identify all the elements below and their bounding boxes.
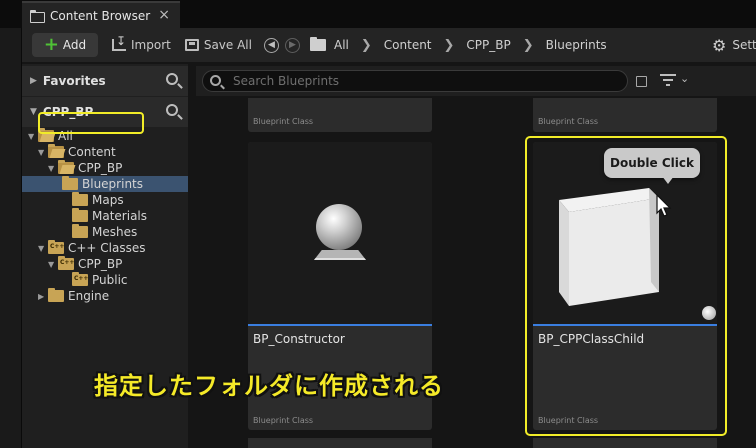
- chevron-right-icon: ▶: [30, 76, 37, 86]
- asset-tile[interactable]: Blueprint Class: [248, 98, 432, 132]
- gear-icon: ⚙: [712, 35, 727, 55]
- tree-item-maps[interactable]: Maps: [22, 192, 188, 208]
- folder-icon: [48, 288, 64, 302]
- save-all-label: Save All: [203, 38, 252, 52]
- asset-class-label: Blueprint Class: [253, 416, 314, 425]
- folder-open-icon: [58, 160, 74, 174]
- chevron-right-icon[interactable]: ❯: [523, 38, 534, 53]
- chevron-right-icon[interactable]: ❯: [361, 38, 372, 53]
- tree-item-materials[interactable]: Materials: [22, 208, 188, 224]
- cpp-folder-icon: [58, 256, 74, 270]
- folder-icon: [72, 224, 88, 238]
- tab-content-browser[interactable]: Content Browser ×: [22, 1, 180, 28]
- asset-tile[interactable]: [248, 438, 432, 448]
- tree-item-label: Blueprints: [82, 177, 144, 191]
- save-icon: [184, 39, 199, 51]
- search-input[interactable]: [202, 70, 628, 92]
- sphere-icon: [316, 204, 362, 250]
- favorites-header[interactable]: ▶ Favorites: [22, 66, 188, 96]
- highlight-frame-asset: [525, 136, 727, 436]
- tree-item-label: CPP_BP: [78, 161, 123, 175]
- tree-item-meshes[interactable]: Meshes: [22, 224, 188, 240]
- tree-item-label: Maps: [92, 193, 124, 207]
- tree-item-cpp-bp-module[interactable]: ▼ CPP_BP: [22, 256, 188, 272]
- chevron-down-icon: ⌄: [680, 72, 690, 85]
- folder-open-icon: [48, 144, 64, 158]
- content-browser-window: Content Browser × + Add Import Save All …: [0, 0, 756, 448]
- asset-tile[interactable]: Blueprint Class: [533, 98, 717, 132]
- search-icon[interactable]: [166, 104, 178, 116]
- caption-text: 指定したフォルダに作成される: [94, 372, 444, 400]
- folder-icon: [30, 10, 45, 23]
- asset-thumbnail: [248, 142, 432, 324]
- folder-icon: [72, 208, 88, 222]
- pedestal-icon: [314, 250, 366, 260]
- add-button-label: Add: [62, 38, 87, 52]
- search-bar: ⌄: [196, 66, 756, 96]
- mouse-cursor-icon: [656, 194, 672, 217]
- highlight-frame-blueprints: [38, 112, 144, 134]
- chevron-down-icon: ▼: [38, 147, 45, 157]
- tree-item-label: C++ Classes: [68, 241, 146, 255]
- tree-item-label: Meshes: [92, 225, 138, 239]
- breadcrumb-all[interactable]: All: [334, 38, 349, 52]
- breadcrumb-blueprints[interactable]: Blueprints: [546, 38, 607, 52]
- asset-name: BP_Constructor: [253, 332, 345, 346]
- tree-item-label: Content: [68, 145, 116, 159]
- filter-icon[interactable]: ⌄: [660, 72, 690, 90]
- double-click-callout: Double Click: [604, 148, 700, 184]
- folder-icon: [72, 192, 88, 206]
- tree-item-public[interactable]: Public: [22, 272, 188, 288]
- folder-icon: [62, 176, 78, 190]
- chevron-down-icon: ▼: [48, 163, 55, 173]
- search-icon[interactable]: [166, 73, 178, 85]
- asset-tile[interactable]: [533, 438, 717, 448]
- chevron-right-icon: ▶: [38, 291, 45, 301]
- toolbar: + Add Import Save All ◀ ▶ All ❯ Content …: [22, 28, 756, 62]
- breadcrumb-content[interactable]: Content: [384, 38, 432, 52]
- back-arrow-icon[interactable]: ◀: [263, 37, 279, 53]
- asset-type-bar: [248, 324, 432, 326]
- tree-item-label: Materials: [92, 209, 148, 223]
- forward-arrow-icon[interactable]: ▶: [284, 37, 300, 53]
- settings-label: Settings: [732, 38, 756, 52]
- chevron-right-icon[interactable]: ❯: [444, 38, 455, 53]
- folder-icon: [309, 37, 326, 51]
- save-all-button[interactable]: Save All: [184, 38, 252, 52]
- cpp-folder-icon: [72, 272, 88, 286]
- save-search-icon[interactable]: [636, 76, 647, 87]
- tree-item-label: CPP_BP: [78, 257, 123, 271]
- asset-class-label: Blueprint Class: [253, 117, 314, 126]
- tree-item-cpp-bp[interactable]: ▼ CPP_BP: [22, 160, 188, 176]
- add-button[interactable]: + Add: [32, 33, 98, 57]
- import-button[interactable]: Import: [112, 34, 171, 52]
- import-icon: [112, 34, 126, 51]
- tab-title: Content Browser: [50, 8, 151, 23]
- settings-button[interactable]: ⚙ Settings: [712, 28, 756, 62]
- tree-item-cpp-classes[interactable]: ▼ C++ Classes: [22, 240, 188, 256]
- import-label: Import: [131, 38, 171, 52]
- search-icon: [210, 75, 221, 86]
- chevron-down-icon: ▼: [30, 107, 37, 117]
- chevron-down-icon: ▼: [28, 131, 35, 141]
- tab-strip: Content Browser ×: [0, 0, 756, 28]
- breadcrumb-cpp-bp[interactable]: CPP_BP: [466, 38, 510, 52]
- tree-item-content[interactable]: ▼ Content: [22, 144, 188, 160]
- favorites-label: Favorites: [42, 74, 106, 88]
- tree-item-label: Public: [92, 273, 128, 287]
- close-icon[interactable]: ×: [158, 7, 170, 23]
- left-gutter: [0, 28, 22, 448]
- asset-class-label: Blueprint Class: [538, 117, 599, 126]
- chevron-down-icon: ▼: [48, 259, 55, 269]
- chevron-down-icon: ▼: [38, 243, 45, 253]
- folder-tree: ▼ All ▼ Content ▼ CPP_BP Blueprints Maps: [22, 128, 188, 304]
- plus-icon: +: [43, 34, 59, 55]
- cpp-folder-icon: [48, 240, 64, 254]
- tree-item-label: Engine: [68, 289, 110, 303]
- tree-item-engine[interactable]: ▶ Engine: [22, 288, 188, 304]
- tree-item-blueprints[interactable]: Blueprints: [22, 176, 188, 192]
